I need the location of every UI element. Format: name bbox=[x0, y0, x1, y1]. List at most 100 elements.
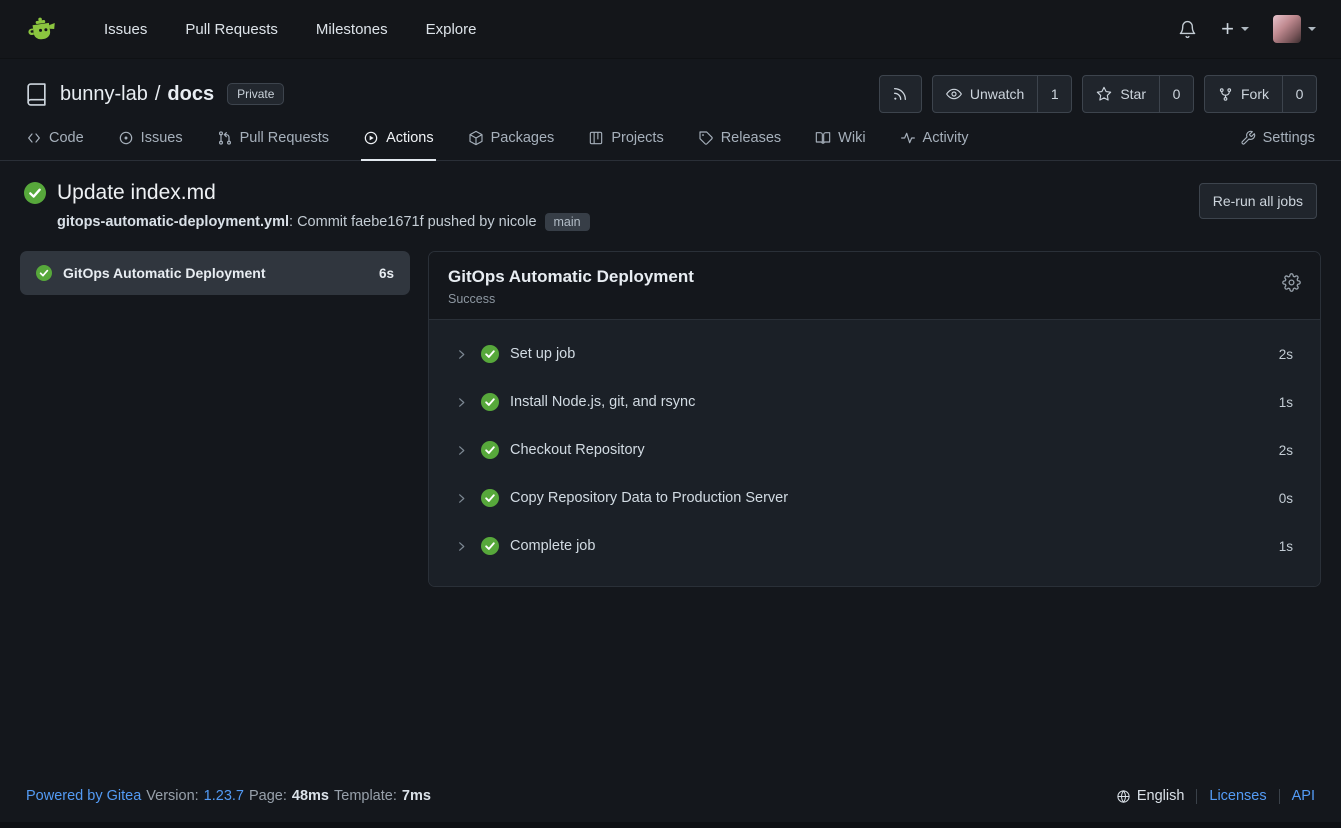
job-detail-title-block: GitOps Automatic Deployment Success bbox=[448, 267, 694, 306]
tab-wiki[interactable]: Wiki bbox=[813, 128, 867, 161]
tab-releases[interactable]: Releases bbox=[696, 128, 783, 161]
star-label: Star bbox=[1120, 86, 1146, 102]
language-selector[interactable]: English bbox=[1116, 788, 1185, 804]
code-icon bbox=[26, 130, 42, 146]
tab-label: Projects bbox=[611, 130, 663, 146]
powered-by-gitea-link[interactable]: Powered by Gitea bbox=[26, 788, 141, 804]
workflow-run-header: Update index.md gitops-automatic-deploym… bbox=[0, 161, 1341, 247]
tab-label: Pull Requests bbox=[240, 130, 329, 146]
create-new-button[interactable]: + bbox=[1221, 18, 1249, 40]
success-check-icon bbox=[481, 537, 499, 555]
nav-item-pull-requests[interactable]: Pull Requests bbox=[185, 21, 278, 38]
step-row-checkout[interactable]: Checkout Repository 2s bbox=[429, 426, 1320, 474]
tab-label: Releases bbox=[721, 130, 781, 146]
pull-request-icon bbox=[217, 130, 233, 146]
chevron-down-icon bbox=[1308, 27, 1316, 35]
unwatch-button[interactable]: Unwatch bbox=[932, 75, 1038, 113]
tab-label: Issues bbox=[141, 130, 183, 146]
template-time-label: Template: bbox=[334, 788, 397, 804]
run-subtitle: gitops-automatic-deployment.yml: Commit … bbox=[57, 213, 590, 231]
fork-button[interactable]: Fork bbox=[1204, 75, 1283, 113]
job-list: GitOps Automatic Deployment 6s bbox=[20, 251, 410, 295]
repo-name-link[interactable]: docs bbox=[167, 83, 214, 106]
success-check-icon bbox=[481, 393, 499, 411]
job-options-button[interactable] bbox=[1282, 273, 1301, 292]
api-link[interactable]: API bbox=[1292, 788, 1315, 804]
bell-icon bbox=[1178, 20, 1197, 39]
tab-pull-requests[interactable]: Pull Requests bbox=[215, 128, 331, 161]
branch-badge[interactable]: main bbox=[545, 213, 590, 231]
workflow-file-name: gitops-automatic-deployment.yml bbox=[57, 214, 289, 230]
pulse-icon bbox=[900, 130, 916, 146]
rss-icon bbox=[892, 86, 908, 102]
commit-hash-link[interactable]: faebe1671f bbox=[351, 214, 424, 230]
step-row-copy[interactable]: Copy Repository Data to Production Serve… bbox=[429, 474, 1320, 522]
tab-code[interactable]: Code bbox=[24, 128, 86, 161]
tab-issues[interactable]: Issues bbox=[116, 128, 185, 161]
nav-item-milestones[interactable]: Milestones bbox=[316, 21, 388, 38]
step-duration: 2s bbox=[1279, 347, 1293, 362]
plus-icon: + bbox=[1221, 18, 1234, 40]
repo-book-icon bbox=[24, 82, 49, 107]
tab-actions[interactable]: Actions bbox=[361, 128, 436, 161]
success-check-icon bbox=[481, 345, 499, 363]
chevron-right-icon[interactable] bbox=[456, 445, 470, 456]
licenses-link[interactable]: Licenses bbox=[1209, 788, 1266, 804]
rerun-all-jobs-button[interactable]: Re-run all jobs bbox=[1199, 183, 1317, 219]
fork-button-group: Fork 0 bbox=[1204, 75, 1317, 113]
version-link[interactable]: 1.23.7 bbox=[204, 788, 244, 804]
rss-button[interactable] bbox=[879, 75, 922, 113]
tab-projects[interactable]: Projects bbox=[586, 128, 665, 161]
success-check-icon bbox=[36, 265, 52, 281]
chevron-right-icon[interactable] bbox=[456, 541, 470, 552]
avatar bbox=[1273, 15, 1301, 43]
watchers-count[interactable]: 1 bbox=[1038, 75, 1072, 113]
page-time-label: Page: bbox=[249, 788, 287, 804]
repo-tabs: Code Issues Pull Requests Actions Packag… bbox=[24, 128, 1317, 160]
eye-icon bbox=[946, 86, 962, 102]
footer-left: Powered by Gitea Version: 1.23.7 Page: 4… bbox=[26, 788, 431, 804]
star-button-group: Star 0 bbox=[1082, 75, 1194, 113]
chevron-right-icon[interactable] bbox=[456, 397, 470, 408]
user-menu-button[interactable] bbox=[1273, 15, 1316, 43]
nav-item-issues[interactable]: Issues bbox=[104, 21, 147, 38]
footer-divider bbox=[1279, 789, 1280, 804]
step-row-setup[interactable]: Set up job 2s bbox=[429, 330, 1320, 378]
author-link[interactable]: nicole bbox=[499, 214, 537, 230]
star-icon bbox=[1096, 86, 1112, 102]
fork-icon bbox=[1218, 87, 1233, 102]
step-duration: 2s bbox=[1279, 443, 1293, 458]
issue-circle-dot-icon bbox=[118, 130, 134, 146]
chevron-right-icon[interactable] bbox=[456, 349, 470, 360]
step-name: Install Node.js, git, and rsync bbox=[510, 394, 1268, 410]
footer-right: English Licenses API bbox=[1116, 788, 1315, 804]
step-name: Set up job bbox=[510, 346, 1268, 362]
job-list-item-selected[interactable]: GitOps Automatic Deployment 6s bbox=[20, 251, 410, 295]
footer-divider bbox=[1196, 789, 1197, 804]
step-duration: 0s bbox=[1279, 491, 1293, 506]
chevron-right-icon[interactable] bbox=[456, 493, 470, 504]
forks-count[interactable]: 0 bbox=[1283, 75, 1317, 113]
tab-settings[interactable]: Settings bbox=[1238, 128, 1317, 161]
success-check-icon bbox=[481, 441, 499, 459]
repo-owner-link[interactable]: bunny-lab bbox=[60, 83, 148, 106]
gitea-logo[interactable] bbox=[25, 13, 58, 46]
watch-button-group: Unwatch 1 bbox=[932, 75, 1072, 113]
stars-count[interactable]: 0 bbox=[1160, 75, 1194, 113]
tab-activity[interactable]: Activity bbox=[898, 128, 971, 161]
nav-item-explore[interactable]: Explore bbox=[426, 21, 477, 38]
step-duration: 1s bbox=[1279, 395, 1293, 410]
job-name: GitOps Automatic Deployment bbox=[63, 265, 368, 281]
run-title-block: Update index.md gitops-automatic-deploym… bbox=[24, 181, 590, 231]
success-check-icon bbox=[481, 489, 499, 507]
tab-packages[interactable]: Packages bbox=[466, 128, 557, 161]
wrench-icon bbox=[1240, 130, 1256, 146]
tag-icon bbox=[698, 130, 714, 146]
step-name: Copy Repository Data to Production Serve… bbox=[510, 490, 1268, 506]
star-button[interactable]: Star bbox=[1082, 75, 1160, 113]
step-row-install[interactable]: Install Node.js, git, and rsync 1s bbox=[429, 378, 1320, 426]
private-badge: Private bbox=[227, 83, 284, 105]
notifications-button[interactable] bbox=[1178, 20, 1197, 39]
job-detail-header: GitOps Automatic Deployment Success bbox=[429, 252, 1320, 320]
step-row-complete[interactable]: Complete job 1s bbox=[429, 522, 1320, 570]
